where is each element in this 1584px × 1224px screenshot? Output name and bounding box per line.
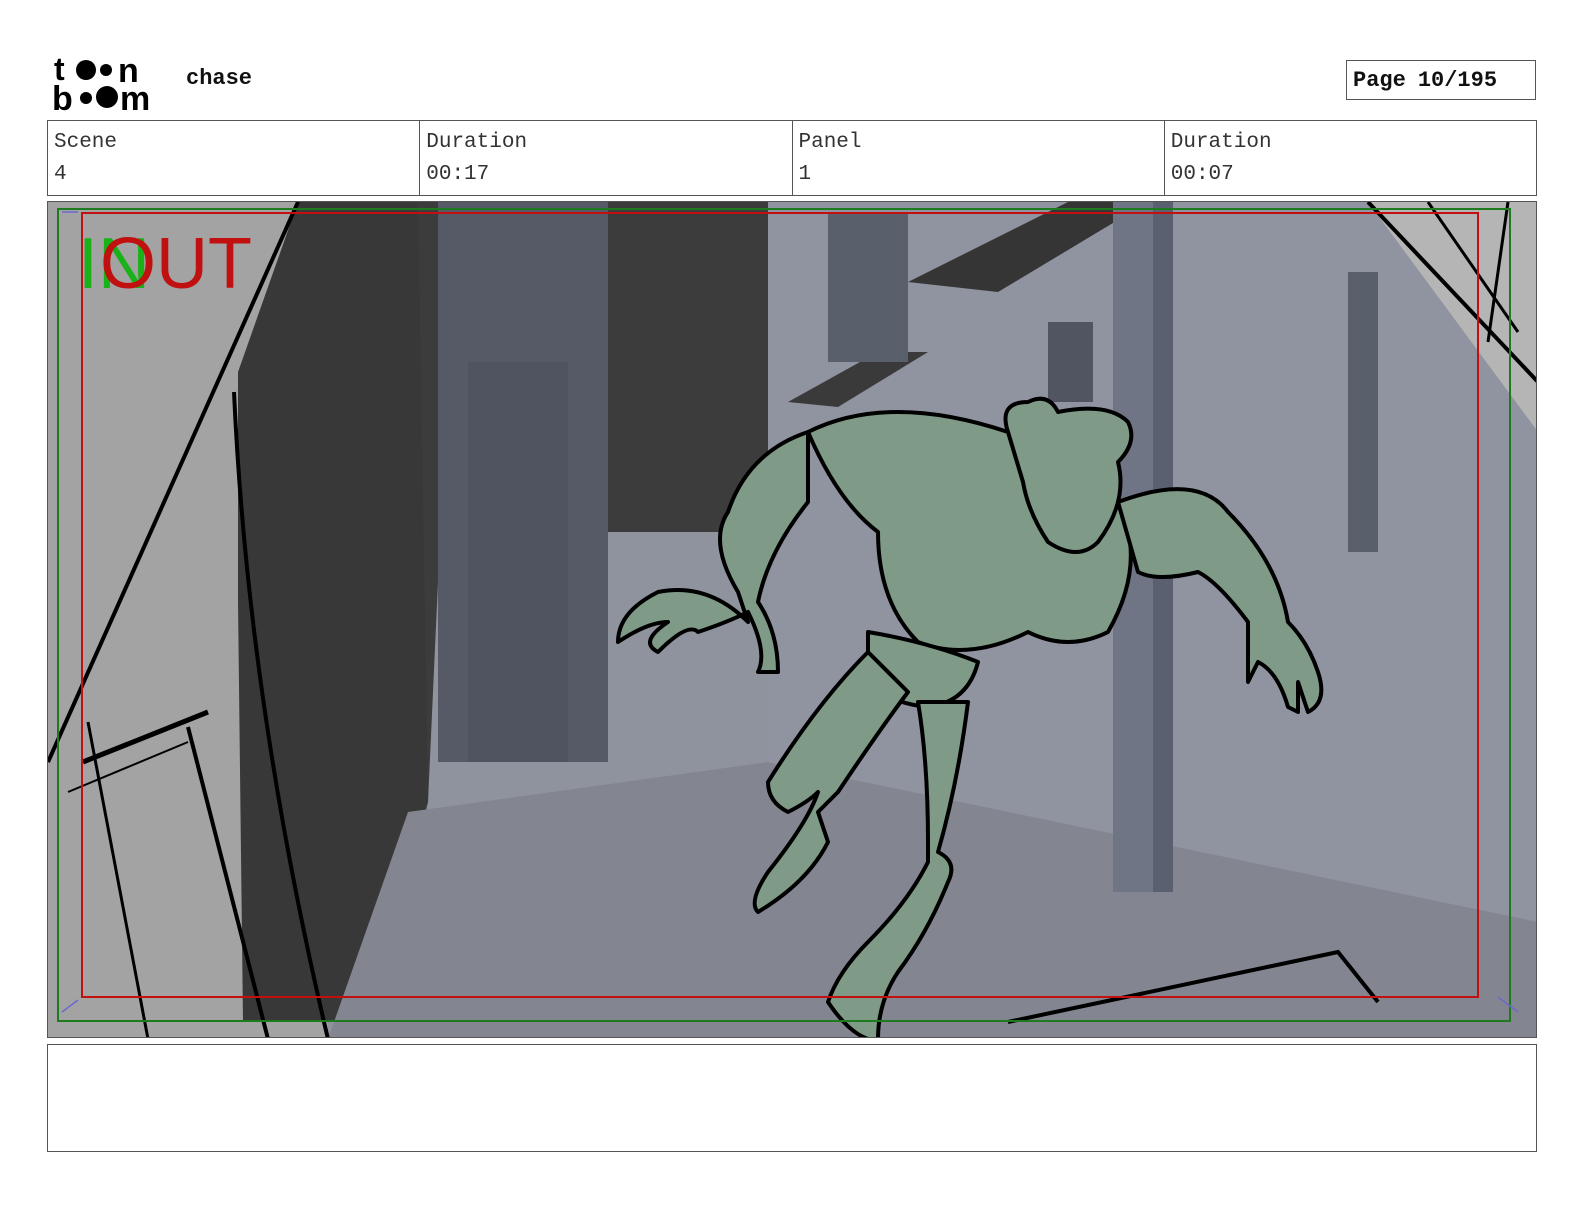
panel-duration-value: 00:07 xyxy=(1170,163,1234,186)
page-number: 10/195 xyxy=(1417,67,1498,93)
scene-value: 4 xyxy=(54,163,67,186)
wall-box-2 xyxy=(1048,322,1093,402)
wall-box xyxy=(828,212,908,362)
panel-notes-box[interactable] xyxy=(47,1044,1537,1152)
panel-cell: Panel 1 xyxy=(793,121,1165,195)
toonboom-logo: t n b m xyxy=(52,51,164,118)
scene-duration-cell: Duration 00:17 xyxy=(420,121,793,195)
panel-artwork xyxy=(48,202,1536,1037)
mid-block-2 xyxy=(468,362,568,762)
page-label: Page xyxy=(1353,67,1406,93)
page-indicator: Page 10/195 xyxy=(1346,60,1536,100)
svg-text:m: m xyxy=(120,80,150,112)
wall-strip xyxy=(1348,272,1378,552)
scene-duration-value: 00:17 xyxy=(426,163,490,186)
scene-duration-label: Duration xyxy=(426,131,528,154)
project-title: chase xyxy=(186,66,253,91)
scene-label: Scene xyxy=(54,131,118,154)
panel-duration-label: Duration xyxy=(1170,131,1272,154)
svg-text:b: b xyxy=(52,80,73,112)
panel-value: 1 xyxy=(798,163,812,186)
panel-label: Panel xyxy=(798,131,862,154)
panel-duration-cell: Duration 00:07 xyxy=(1165,121,1536,195)
panel-info-table: Scene 4 Duration 00:17 Panel 1 Duration … xyxy=(47,120,1537,196)
out-label: OUT xyxy=(100,224,252,304)
scene-cell: Scene 4 xyxy=(48,121,421,195)
storyboard-panel: IN OUT xyxy=(47,201,1537,1038)
toonboom-logo-graphic: t n b m xyxy=(52,51,150,118)
